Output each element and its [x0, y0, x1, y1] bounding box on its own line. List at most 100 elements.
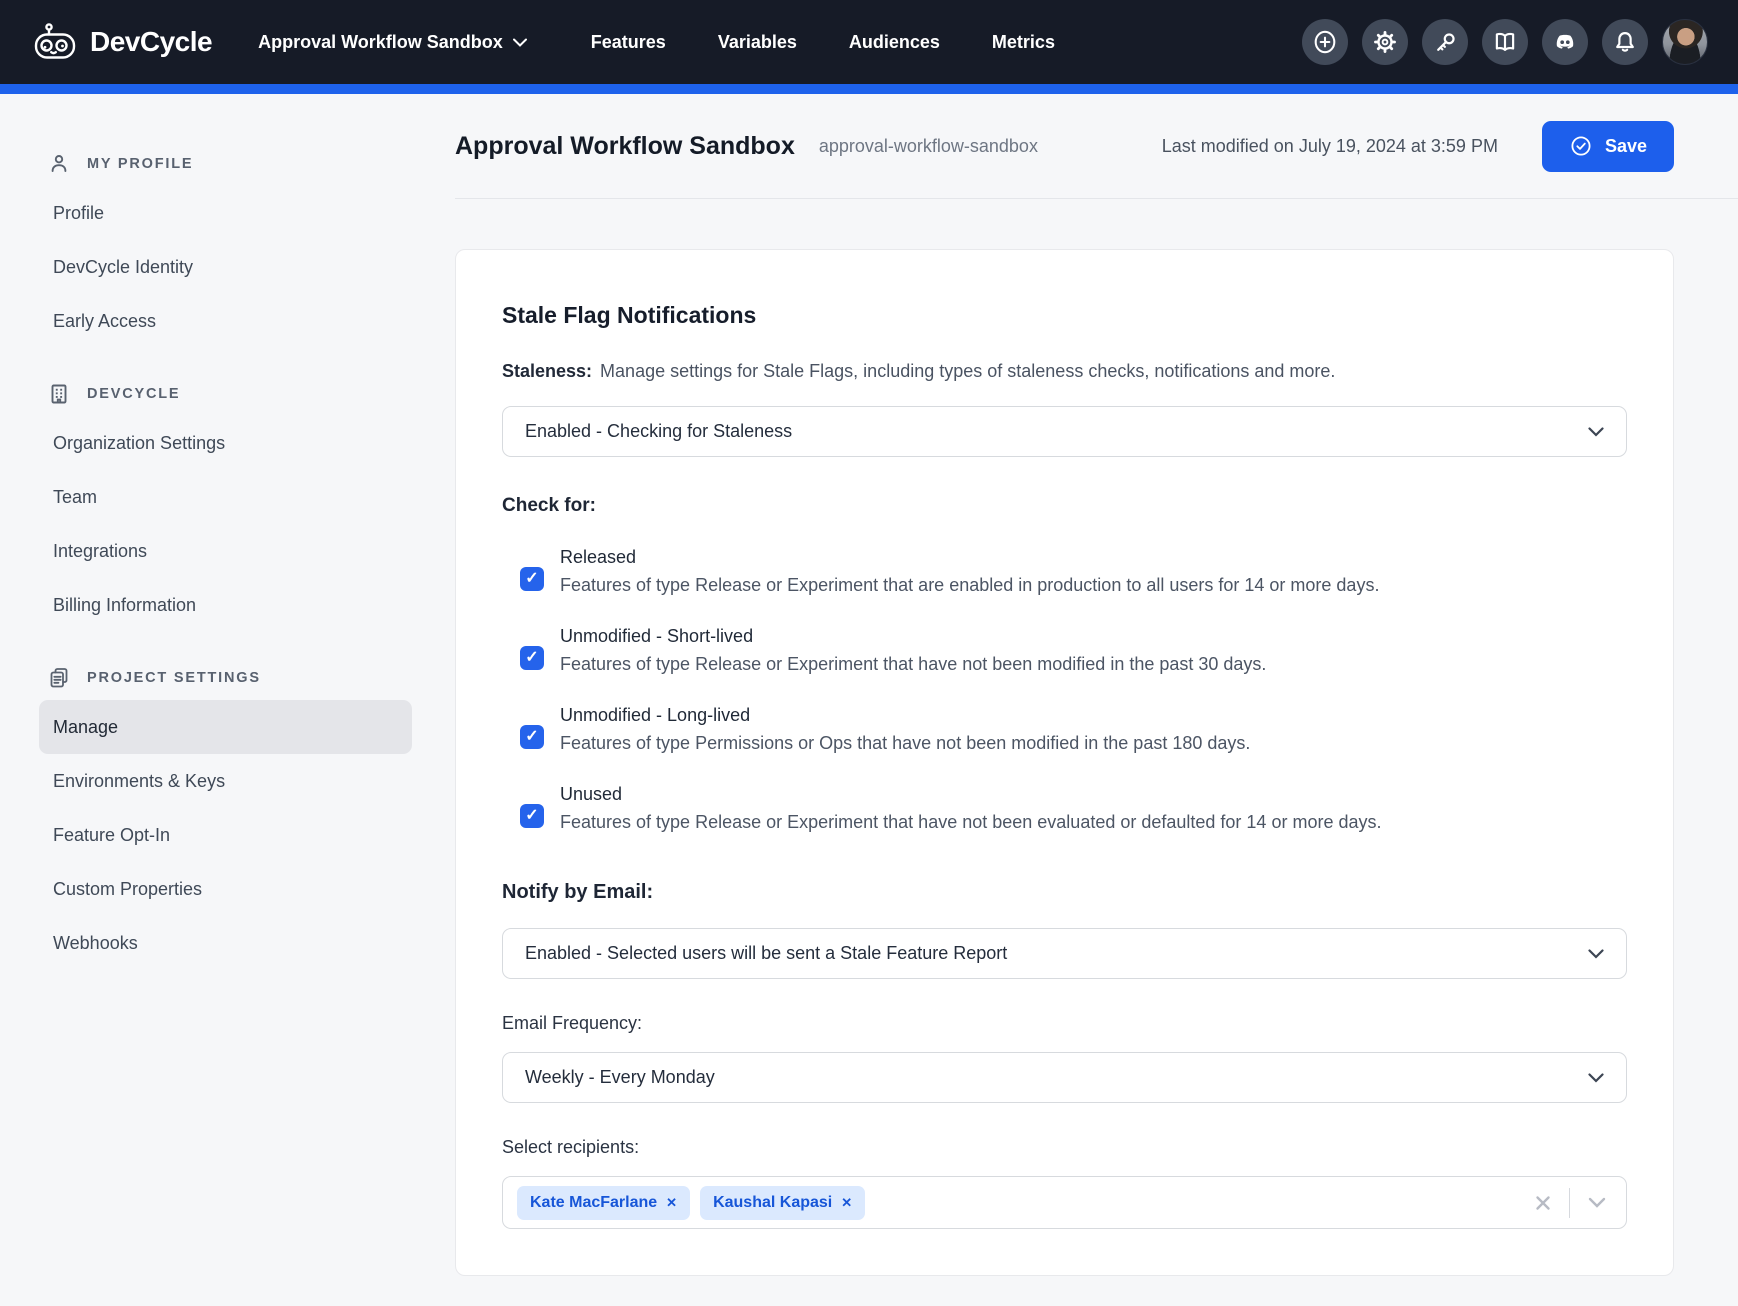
sidebar-item-environments-keys[interactable]: Environments & Keys: [39, 754, 412, 808]
nav-link-audiences[interactable]: Audiences: [849, 32, 940, 53]
project-selector[interactable]: Approval Workflow Sandbox: [258, 32, 527, 53]
recipient-chip: Kate MacFarlane: [517, 1186, 690, 1220]
divider: [1569, 1188, 1570, 1218]
email-frequency-label: Email Frequency:: [502, 1013, 1627, 1034]
building-icon: [47, 382, 71, 406]
chevron-down-icon: [1588, 1073, 1604, 1083]
sidebar-section-label: PROJECT SETTINGS: [87, 670, 261, 686]
sidebar-item-webhooks[interactable]: Webhooks: [39, 916, 412, 970]
project-selector-label: Approval Workflow Sandbox: [258, 32, 503, 53]
unmodified-long-lived-checkbox[interactable]: [520, 725, 544, 749]
clipboard-icon: [47, 666, 71, 690]
recipient-name: Kaushal Kapasi: [713, 1194, 832, 1212]
page-header: Approval Workflow Sandbox approval-workf…: [455, 94, 1738, 199]
staleness-select[interactable]: Enabled - Checking for Staleness: [502, 406, 1627, 457]
notify-by-email-select[interactable]: Enabled - Selected users will be sent a …: [502, 928, 1627, 979]
check-description: Features of type Release or Experiment t…: [560, 654, 1266, 675]
staleness-description: Manage settings for Stale Flags, includi…: [600, 361, 1335, 381]
sidebar-item-feature-opt-in[interactable]: Feature Opt-In: [39, 808, 412, 862]
settings-button[interactable]: [1362, 19, 1408, 65]
chevron-down-icon: [1588, 949, 1604, 959]
check-label: Unused: [560, 784, 1382, 805]
sidebar-item-manage[interactable]: Manage: [39, 700, 412, 754]
check-row-released: Released Features of type Release or Exp…: [502, 547, 1627, 596]
notifications-button[interactable]: [1602, 19, 1648, 65]
released-checkbox[interactable]: [520, 567, 544, 591]
save-button[interactable]: Save: [1542, 121, 1674, 172]
sidebar-item-label: Environments & Keys: [53, 771, 225, 792]
accent-bar: [0, 84, 1738, 94]
sidebar-item-label: Feature Opt-In: [53, 825, 170, 846]
sidebar-item-profile[interactable]: Profile: [39, 186, 412, 240]
discord-button[interactable]: [1542, 19, 1588, 65]
check-row-unmodified-long-lived: Unmodified - Long-lived Features of type…: [502, 705, 1627, 754]
check-description: Features of type Release or Experiment t…: [560, 575, 1379, 596]
main-nav: Features Variables Audiences Metrics: [591, 32, 1055, 53]
email-frequency-select[interactable]: Weekly - Every Monday: [502, 1052, 1627, 1103]
user-icon: [47, 152, 71, 176]
notify-select-value: Enabled - Selected users will be sent a …: [525, 943, 1007, 964]
sidebar-item-label: DevCycle Identity: [53, 257, 193, 278]
check-row-unused: Unused Features of type Release or Exper…: [502, 784, 1627, 833]
sidebar-item-label: Early Access: [53, 311, 156, 332]
check-circle-icon: [1569, 134, 1593, 158]
sidebar-item-label: Team: [53, 487, 97, 508]
card-title: Stale Flag Notifications: [502, 302, 1627, 329]
create-button[interactable]: [1302, 19, 1348, 65]
sidebar-item-label: Integrations: [53, 541, 147, 562]
recipient-name: Kate MacFarlane: [530, 1194, 657, 1212]
sidebar-item-integrations[interactable]: Integrations: [39, 524, 412, 578]
api-keys-button[interactable]: [1422, 19, 1468, 65]
sidebar-section-project-settings: PROJECT SETTINGS: [47, 666, 412, 690]
project-slug: approval-workflow-sandbox: [819, 136, 1038, 157]
sidebar-item-early-access[interactable]: Early Access: [39, 294, 412, 348]
sidebar-item-custom-properties[interactable]: Custom Properties: [39, 862, 412, 916]
remove-recipient-icon[interactable]: [666, 1196, 677, 1209]
nav-link-features[interactable]: Features: [591, 32, 666, 53]
sidebar-item-label: Billing Information: [53, 595, 196, 616]
notify-by-email-label: Notify by Email:: [502, 881, 1627, 904]
sidebar-item-devcycle-identity[interactable]: DevCycle Identity: [39, 240, 412, 294]
check-label: Released: [560, 547, 1379, 568]
user-avatar[interactable]: [1662, 19, 1708, 65]
bell-icon: [1612, 29, 1638, 55]
chevron-down-icon: [1588, 1197, 1606, 1208]
check-label: Unmodified - Short-lived: [560, 626, 1266, 647]
clear-x-icon: [1535, 1195, 1551, 1211]
sidebar-section-devcycle: DEVCYCLE: [47, 382, 412, 406]
key-icon: [1433, 30, 1458, 55]
docs-button[interactable]: [1482, 19, 1528, 65]
devcycle-robot-icon: [34, 22, 78, 62]
open-recipients-dropdown-button[interactable]: [1584, 1197, 1610, 1208]
chevron-down-icon: [1588, 427, 1604, 437]
top-navbar: DevCycle Approval Workflow Sandbox Featu…: [0, 0, 1738, 84]
sidebar-section-my-profile: MY PROFILE: [47, 152, 412, 176]
check-for-label: Check for:: [502, 495, 1627, 517]
sidebar-item-organization-settings[interactable]: Organization Settings: [39, 416, 412, 470]
discord-icon: [1552, 29, 1578, 55]
stale-flag-notifications-card: Stale Flag Notifications Staleness:Manag…: [455, 249, 1674, 1276]
save-button-label: Save: [1605, 136, 1647, 157]
unmodified-short-lived-checkbox[interactable]: [520, 646, 544, 670]
nav-link-variables[interactable]: Variables: [718, 32, 797, 53]
staleness-select-value: Enabled - Checking for Staleness: [525, 421, 792, 442]
recipients-multiselect[interactable]: Kate MacFarlane Kaushal Kapasi: [502, 1176, 1627, 1229]
check-label: Unmodified - Long-lived: [560, 705, 1250, 726]
check-row-unmodified-short-lived: Unmodified - Short-lived Features of typ…: [502, 626, 1627, 675]
sidebar-item-team[interactable]: Team: [39, 470, 412, 524]
gear-icon: [1372, 29, 1398, 55]
brand-name: DevCycle: [90, 26, 212, 58]
book-icon: [1492, 29, 1518, 55]
settings-sidebar: MY PROFILE Profile DevCycle Identity Ear…: [0, 94, 455, 970]
sidebar-item-billing-information[interactable]: Billing Information: [39, 578, 412, 632]
devcycle-logo[interactable]: DevCycle: [34, 22, 212, 62]
last-modified-text: Last modified on July 19, 2024 at 3:59 P…: [1162, 136, 1498, 157]
unused-checkbox[interactable]: [520, 804, 544, 828]
sidebar-item-label: Custom Properties: [53, 879, 202, 900]
nav-link-metrics[interactable]: Metrics: [992, 32, 1055, 53]
page-title: Approval Workflow Sandbox: [455, 132, 795, 161]
chevron-down-icon: [513, 38, 527, 47]
remove-recipient-icon[interactable]: [841, 1196, 852, 1209]
plus-circle-icon: [1312, 29, 1338, 55]
clear-recipients-button[interactable]: [1531, 1195, 1555, 1211]
